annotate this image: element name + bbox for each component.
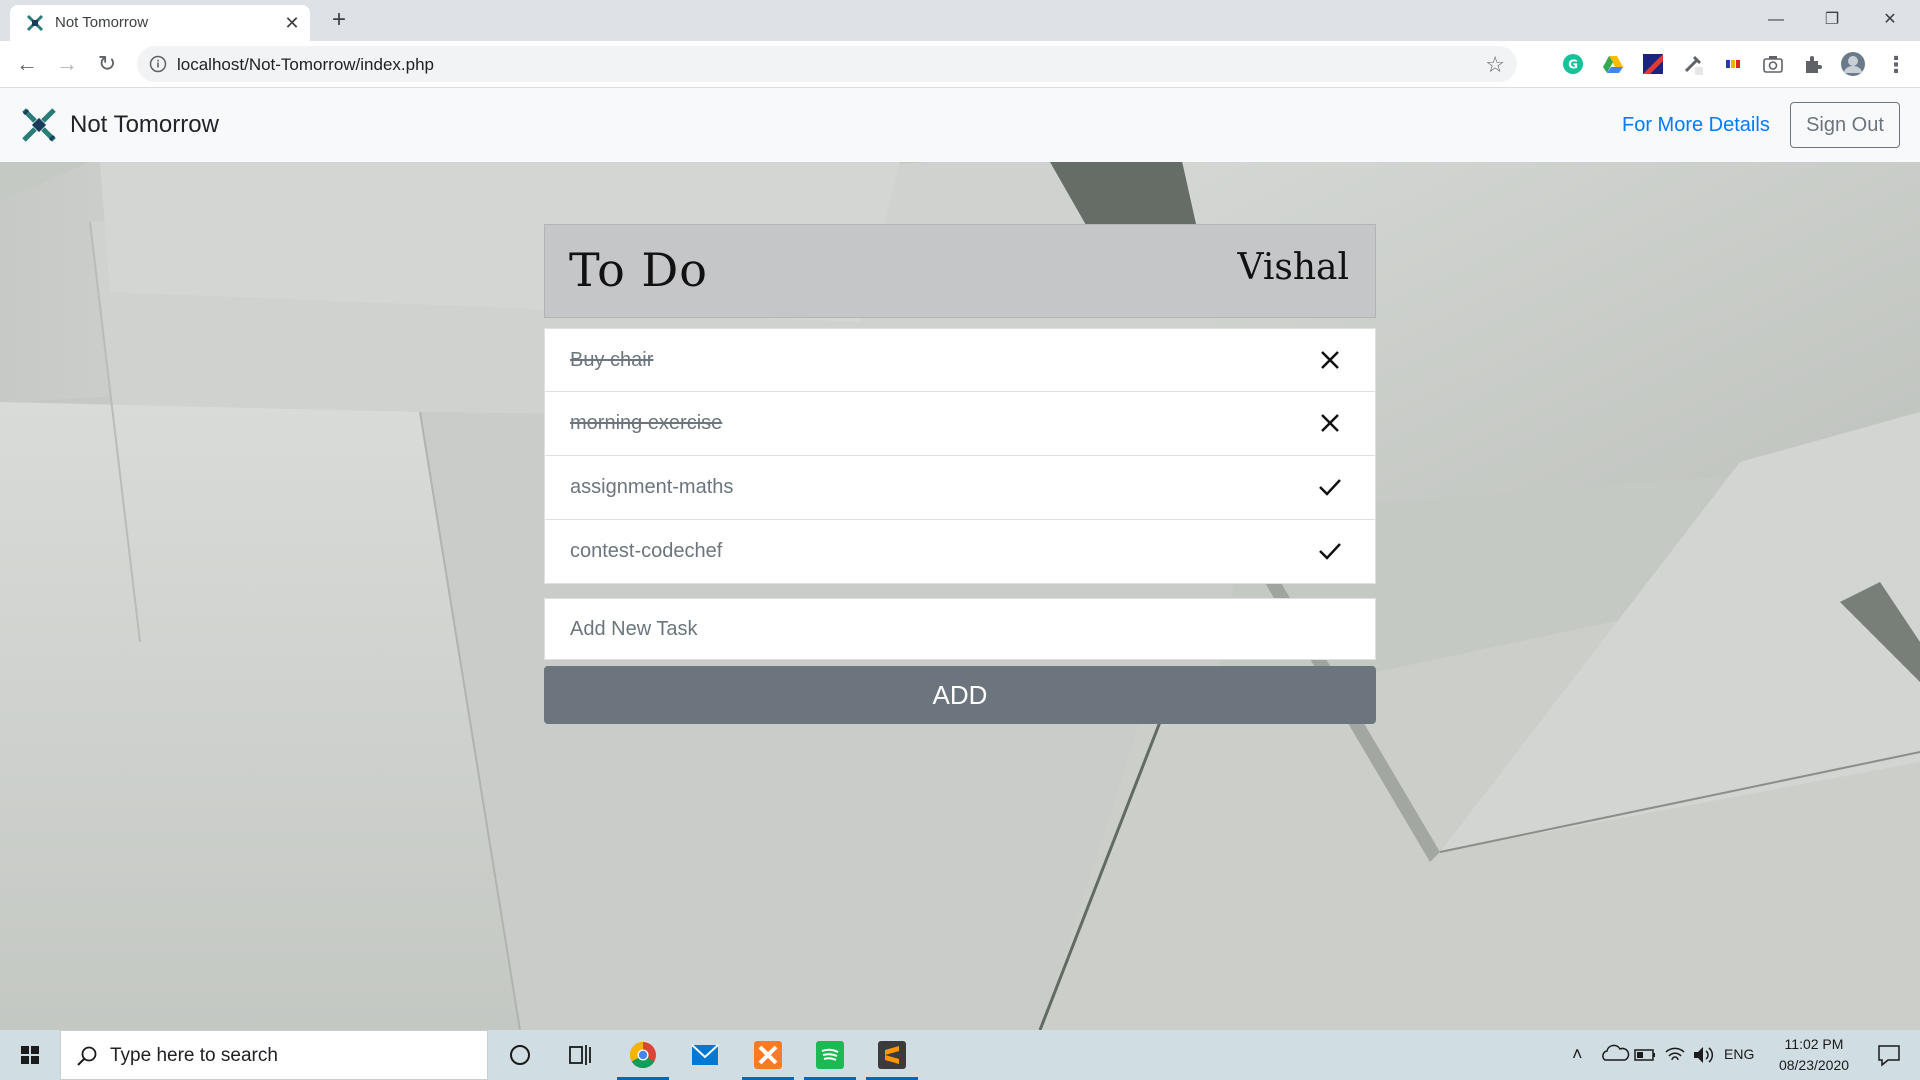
page-viewport: Not Tomorrow For More Details Sign Out T… (0, 88, 1920, 1030)
task-item: morning exercise (544, 392, 1376, 456)
info-icon[interactable] (149, 55, 167, 73)
back-arrow-icon[interactable]: ← (12, 49, 42, 79)
task-text: Buy chair (570, 349, 654, 371)
cortana-icon[interactable] (490, 1030, 550, 1080)
new-task-input[interactable] (544, 598, 1376, 660)
xampp-icon (754, 1041, 782, 1069)
extensions-puzzle-icon[interactable] (1802, 53, 1824, 75)
profile-avatar[interactable] (1840, 51, 1866, 77)
check-icon[interactable] (1315, 472, 1345, 502)
google-drive-icon[interactable] (1602, 53, 1624, 75)
add-task-button[interactable]: ADD (544, 666, 1376, 724)
spotify-taskbar-app[interactable] (800, 1030, 860, 1080)
clock-date[interactable]: 08/23/2020 (1768, 1057, 1860, 1073)
task-view-icon[interactable] (550, 1030, 610, 1080)
language-indicator[interactable]: ENG (1724, 1046, 1754, 1062)
extension-icon[interactable] (1642, 53, 1664, 75)
camera-icon[interactable] (1762, 53, 1784, 75)
xampp-taskbar-app[interactable] (738, 1030, 798, 1080)
todo-title: To Do (569, 243, 709, 297)
task-list: Buy chair morning exercise assignment-ma… (544, 328, 1376, 584)
browser-tab[interactable]: Not Tomorrow ✕ (10, 5, 310, 41)
svg-text:G: G (1568, 58, 1578, 72)
more-details-link[interactable]: For More Details (1622, 114, 1770, 137)
sign-out-button[interactable]: Sign Out (1790, 102, 1900, 148)
color-extension-icon[interactable] (1722, 53, 1744, 75)
todo-header: To Do Vishal (544, 224, 1376, 318)
site-navbar: Not Tomorrow For More Details Sign Out (0, 88, 1920, 162)
search-placeholder: Type here to search (110, 1045, 278, 1066)
mail-icon[interactable] (675, 1030, 735, 1080)
task-text: morning exercise (570, 412, 723, 434)
minimize-button[interactable]: — (1752, 2, 1800, 38)
browser-tabstrip: Not Tomorrow ✕ + — ❐ ✕ (0, 0, 1920, 41)
brand-logo-icon[interactable] (20, 106, 58, 144)
wifi-icon[interactable] (1660, 1030, 1690, 1080)
url-text: localhost/Not-Tomorrow/index.php (177, 55, 435, 74)
chrome-icon (629, 1041, 656, 1069)
onedrive-icon[interactable] (1600, 1030, 1630, 1080)
task-text: contest-codechef (570, 540, 723, 562)
check-icon[interactable] (1315, 536, 1345, 566)
clock-time[interactable]: 11:02 PM (1778, 1036, 1850, 1052)
task-item: Buy chair (544, 328, 1376, 392)
maximize-button[interactable]: ❐ (1808, 2, 1856, 38)
windows-taskbar: Type here to search ˄ ENG 11:02 PM 08/23… (0, 1030, 1920, 1080)
browser-toolbar: ← → ↻ localhost/Not-Tomorrow/index.php ☆… (0, 41, 1920, 88)
brand-name[interactable]: Not Tomorrow (70, 111, 219, 139)
close-icon[interactable] (1315, 345, 1345, 375)
task-item: contest-codechef (544, 520, 1376, 584)
forward-arrow-icon[interactable]: → (52, 49, 82, 79)
task-text: assignment-maths (570, 476, 734, 498)
sublime-taskbar-app[interactable] (862, 1030, 922, 1080)
reload-icon[interactable]: ↻ (92, 49, 122, 79)
user-name: Vishal (1237, 247, 1349, 288)
battery-icon[interactable] (1630, 1030, 1660, 1080)
bookmark-star-icon[interactable]: ☆ (1485, 52, 1505, 78)
grammarly-icon[interactable]: G (1562, 53, 1584, 75)
close-icon[interactable] (1315, 408, 1345, 438)
volume-icon[interactable] (1688, 1030, 1718, 1080)
app-logo-icon (26, 14, 44, 32)
windows-start-icon[interactable] (0, 1030, 60, 1080)
address-bar[interactable]: localhost/Not-Tomorrow/index.php ☆ (137, 46, 1517, 82)
tray-chevron-icon[interactable]: ˄ (1572, 1044, 1583, 1065)
task-item: assignment-maths (544, 456, 1376, 520)
notification-center-icon[interactable] (1866, 1030, 1912, 1080)
search-icon (77, 1046, 97, 1066)
tab-close-icon[interactable]: ✕ (280, 11, 304, 35)
browser-menu-icon[interactable]: ⋮ (1884, 51, 1908, 79)
eyedropper-icon[interactable] (1682, 53, 1704, 75)
sublime-text-icon (878, 1041, 906, 1069)
taskbar-search[interactable]: Type here to search (60, 1030, 488, 1080)
new-tab-button[interactable]: + (325, 7, 353, 35)
spotify-icon (816, 1041, 844, 1069)
close-window-button[interactable]: ✕ (1866, 2, 1914, 38)
tab-title: Not Tomorrow (55, 14, 149, 31)
chrome-taskbar-app[interactable] (613, 1030, 673, 1080)
